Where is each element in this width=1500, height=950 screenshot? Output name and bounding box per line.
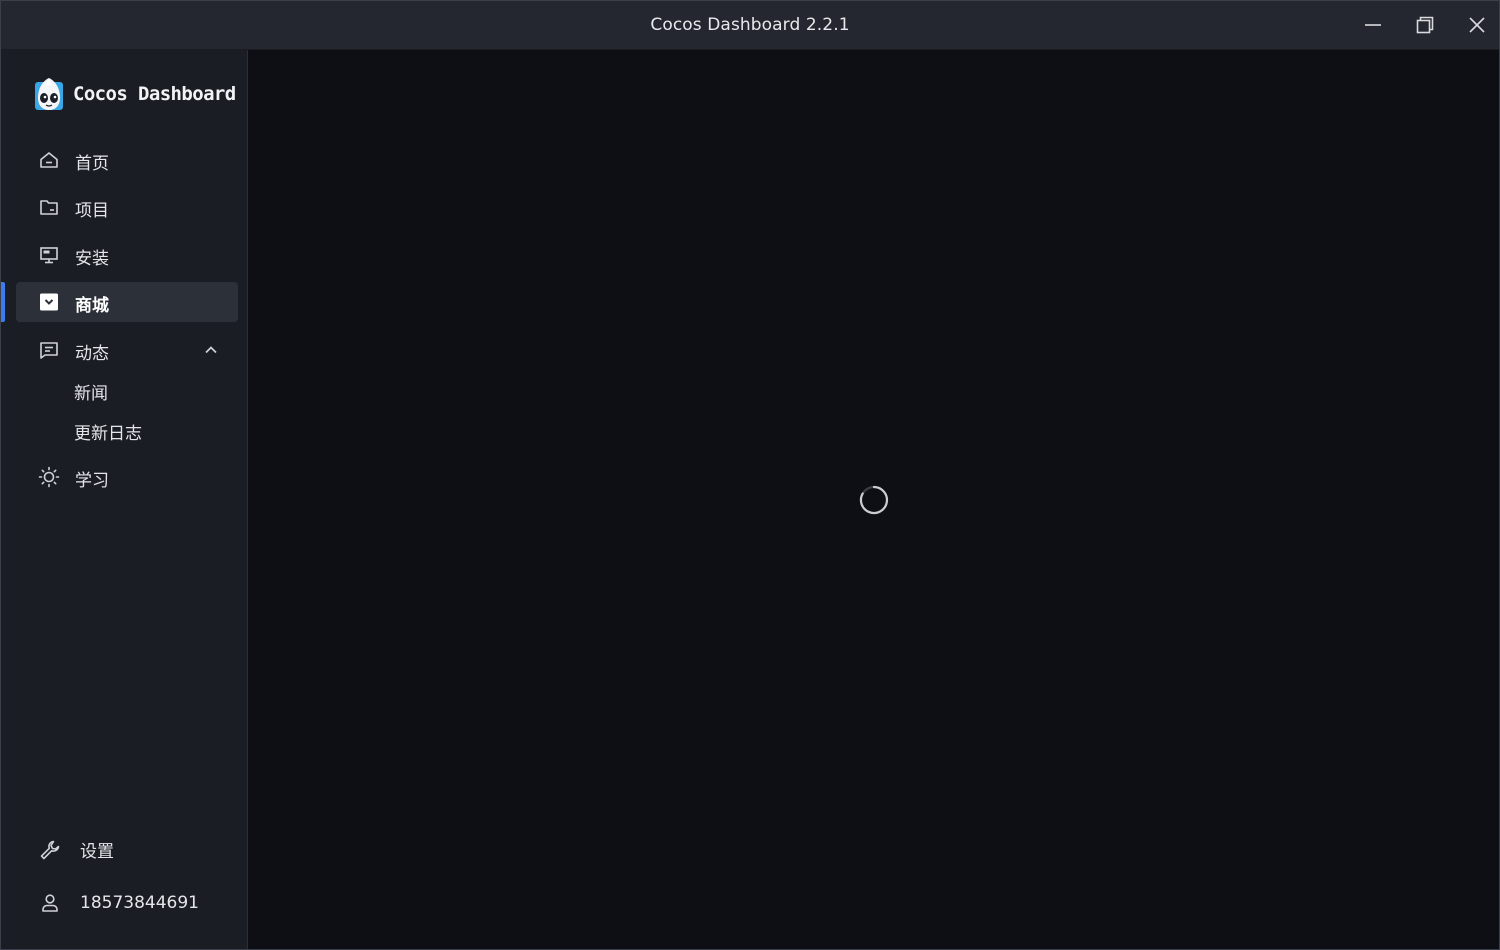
sidebar-item-learn[interactable]: 学习: [16, 457, 238, 497]
close-button[interactable]: [1451, 1, 1499, 49]
sidebar-subitem-changelog[interactable]: 更新日志: [74, 419, 142, 444]
app-window: Cocos Dashboard 2.2.1 Cocos Dashboard 首页…: [0, 0, 1500, 950]
sidebar: Cocos Dashboard 首页 项目 安装 商城 动态 新闻 更新日志 学…: [1, 50, 248, 949]
sidebar-subitem-news[interactable]: 新闻: [74, 379, 108, 404]
sidebar-item-label: 项目: [75, 201, 109, 221]
folder-icon: [38, 197, 60, 217]
settings-label: 设置: [80, 842, 114, 862]
window-title: Cocos Dashboard 2.2.1: [650, 15, 850, 35]
active-indicator: [1, 282, 5, 322]
sidebar-item-store[interactable]: 商城: [16, 282, 238, 322]
sidebar-item-projects[interactable]: 项目: [16, 187, 238, 227]
sidebar-item-label: 动态: [75, 344, 109, 364]
sidebar-item-home[interactable]: 首页: [16, 140, 238, 180]
restore-icon: [1416, 16, 1434, 34]
cocos-logo-icon: [35, 78, 63, 110]
news-icon: [38, 340, 60, 360]
store-icon: [38, 292, 60, 312]
chevron-up-icon[interactable]: [204, 343, 218, 357]
monitor-icon: [38, 245, 60, 265]
sidebar-settings[interactable]: 设置: [39, 837, 114, 862]
sidebar-item-label: 学习: [75, 471, 109, 491]
close-icon: [1469, 17, 1485, 33]
sidebar-item-label: 安装: [75, 249, 109, 269]
loading-spinner-icon: [859, 485, 889, 515]
minimize-button[interactable]: [1347, 1, 1399, 49]
sidebar-account[interactable]: 18573844691: [39, 892, 199, 914]
brand-name: Cocos Dashboard: [73, 83, 236, 105]
sidebar-item-install[interactable]: 安装: [16, 235, 238, 275]
home-icon: [38, 150, 60, 170]
account-label: 18573844691: [80, 893, 199, 913]
sun-icon: [38, 466, 60, 488]
sidebar-item-label: 商城: [75, 296, 109, 316]
title-bar[interactable]: Cocos Dashboard 2.2.1: [1, 1, 1499, 50]
minimize-icon: [1365, 24, 1381, 26]
user-icon: [39, 892, 61, 914]
restore-button[interactable]: [1399, 1, 1451, 49]
sidebar-item-dynamic[interactable]: 动态: [16, 330, 238, 370]
sidebar-item-label: 首页: [75, 154, 109, 174]
brand[interactable]: Cocos Dashboard: [33, 76, 236, 112]
wrench-icon: [39, 839, 61, 861]
main-content: [248, 50, 1499, 949]
